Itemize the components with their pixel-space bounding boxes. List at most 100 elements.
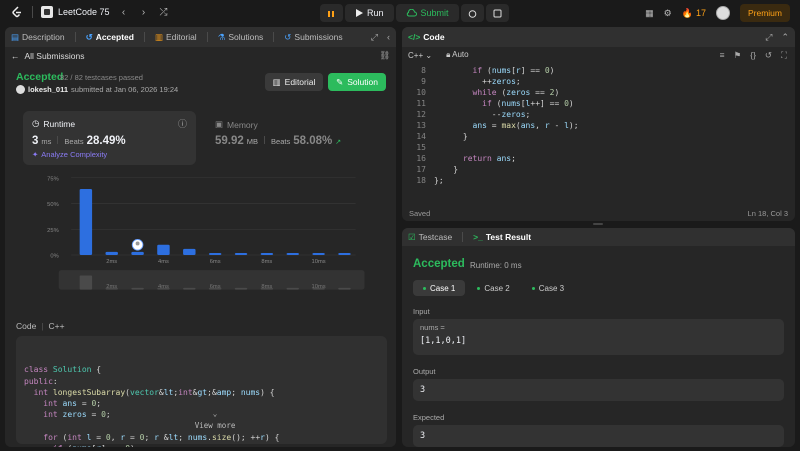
input-var-name: nums = (420, 323, 445, 332)
notes-button[interactable] (485, 4, 509, 22)
timer-button[interactable] (460, 4, 484, 22)
input-box: nums = [1,1,0,1] (413, 319, 784, 355)
tab-solutions[interactable]: ⚗ Solutions (218, 32, 264, 43)
braces-icon[interactable]: {} (750, 50, 756, 61)
memory-value: 59.92 MB Beats 58.08% ↗ (215, 135, 341, 147)
testcases-passed: 82 / 82 testcases passed (60, 73, 143, 82)
tab-label: Testcase (418, 232, 453, 242)
study-plan-icon (41, 6, 53, 18)
editor-line[interactable]: ans = max(ans, r - l); (434, 120, 579, 131)
left-tab-bar: ▤ Description ↺ Accepted ▥ Editorial ⚗ S… (5, 27, 396, 47)
expected-value: 3 (413, 425, 784, 447)
test-result-panel: ☑ Testcase >_ Test Result Accepted Runti… (402, 228, 795, 447)
tab-submissions[interactable]: ↺ Submissions (284, 32, 342, 43)
back-to-submissions[interactable]: ← All Submissions ⛓ (5, 47, 396, 64)
problem-list-button[interactable]: LeetCode 75 (41, 6, 110, 18)
code-editor[interactable]: 8 if (nums[r] == 0) 9 ++zeros; 10 while (z… (402, 65, 795, 205)
output-label: Output (413, 367, 436, 376)
tab-testcase[interactable]: ☑ Testcase (408, 232, 452, 243)
editor-line[interactable]: --zeros; (434, 109, 531, 120)
link-icon[interactable]: ⛓ (379, 50, 390, 61)
line-number: 14 (416, 132, 426, 141)
run-button[interactable]: Run (345, 4, 394, 22)
leetcode-logo-icon[interactable] (10, 5, 24, 19)
reset-icon[interactable]: ↺ (765, 50, 772, 61)
bar-11ms (338, 252, 351, 255)
memory-heading[interactable]: ▣ Memory (215, 119, 258, 130)
analyze-complexity-link[interactable]: ✦ Analyze Complexity (32, 150, 107, 159)
streak-counter[interactable]: 🔥 17 (682, 8, 706, 19)
tab-label: Solutions (228, 32, 264, 42)
runtime-heading: ◷ Runtime (32, 118, 75, 129)
username-link[interactable]: lokesh_011 (28, 85, 68, 94)
maximize-icon[interactable]: ⤢ (765, 32, 772, 43)
pass-dot-icon (477, 286, 481, 290)
editor-line[interactable]: }; (434, 175, 444, 186)
tab-accepted[interactable]: ↺ Accepted (86, 32, 134, 43)
x-tick-label: 2ms (106, 259, 117, 265)
editor-status-bar: Saved Ln 18, Col 3 (402, 205, 795, 221)
streak-count: 17 (695, 8, 706, 18)
solution-button[interactable]: ✎ Solution (328, 73, 386, 91)
back-label: All Submissions (24, 50, 85, 61)
alarm-icon (468, 9, 476, 18)
debug-icon (328, 10, 334, 17)
runtime-distribution-chart[interactable]: 75% 50% 25% 0% 2ms 4ms 6ms 8ms 10ms 2ms 4ms 6ms 8ms 1… (5, 175, 396, 295)
divider (264, 136, 266, 144)
test-runtime: Runtime: 0 ms (470, 261, 522, 270)
overview-bar-1ms (79, 275, 93, 290)
premium-button[interactable]: Premium (739, 4, 790, 22)
editorial-button[interactable]: ▥ Editorial (265, 73, 323, 91)
settings-gear-icon[interactable]: ⚙ (664, 8, 672, 19)
auto-mode-toggle[interactable]: 🔒︎ Auto (446, 50, 469, 60)
code-line: class Solution { (24, 365, 102, 375)
tab-label: Description (22, 32, 65, 42)
editor-line[interactable]: return ans; (434, 153, 516, 164)
editor-line[interactable]: if (nums[r] == 0) (434, 65, 555, 76)
resize-handle[interactable] (593, 223, 603, 225)
collapse-icon[interactable]: ⌃ (781, 32, 789, 43)
bookmark-icon[interactable]: ⚑ (734, 50, 742, 61)
layout-icon[interactable]: ▦ (645, 8, 654, 19)
chevron-left-icon[interactable]: ‹ (118, 7, 130, 18)
format-icon[interactable]: ≡ (720, 50, 725, 61)
maximize-icon[interactable]: ⤢ (371, 32, 378, 43)
fullscreen-icon[interactable]: ⛶ (781, 50, 787, 61)
trend-icon: ↗ (335, 139, 342, 146)
line-number: 11 (416, 99, 426, 108)
tab-description[interactable]: ▤ Description (11, 32, 65, 43)
beats-label: Beats (64, 137, 84, 146)
editor-line[interactable]: } (434, 131, 468, 142)
editor-line[interactable]: if (nums[l++] == 0) (434, 98, 574, 109)
bar-4ms (157, 244, 170, 255)
shuffle-icon[interactable]: ⤮ (158, 7, 170, 18)
arrow-left-icon: ← (11, 50, 20, 61)
tab-label: Code (423, 32, 445, 42)
editor-line[interactable]: while (zeros == 2) (434, 87, 560, 98)
info-icon[interactable]: ⓘ (178, 117, 187, 130)
chevron-right-icon[interactable]: › (138, 7, 150, 18)
editor-line[interactable]: } (434, 164, 458, 175)
run-label: Run (367, 8, 384, 18)
tab-test-result[interactable]: >_ Test Result (473, 232, 531, 242)
debug-button[interactable] (320, 4, 343, 22)
language-select[interactable]: C++ ⌄ (408, 51, 432, 60)
case-label: Case 1 (430, 283, 456, 293)
user-avatar[interactable] (715, 6, 730, 20)
avatar-head (135, 241, 140, 246)
divider (206, 32, 208, 42)
case-tab-2[interactable]: Case 2 (467, 280, 519, 296)
case-tab-1[interactable]: Case 1 (413, 280, 466, 296)
collapse-icon[interactable]: ‹ (387, 32, 390, 43)
line-number: 16 (416, 154, 426, 163)
submit-button[interactable]: Submit (395, 4, 459, 22)
clock-icon: ◷ (32, 118, 40, 128)
editor-line[interactable]: ++zeros; (434, 76, 521, 87)
tab-code[interactable]: </> Code (408, 32, 445, 42)
tab-editorial[interactable]: ▥ Editorial (155, 32, 197, 43)
view-more-button[interactable]: ⌄ View more (16, 397, 387, 442)
runtime-value: 3 ms Beats 28.49% (32, 135, 126, 147)
case-tab-3[interactable]: Case 3 (522, 280, 574, 296)
overview-x-tick-label: 6ms (210, 284, 221, 290)
mode-label: Auto (452, 50, 469, 59)
